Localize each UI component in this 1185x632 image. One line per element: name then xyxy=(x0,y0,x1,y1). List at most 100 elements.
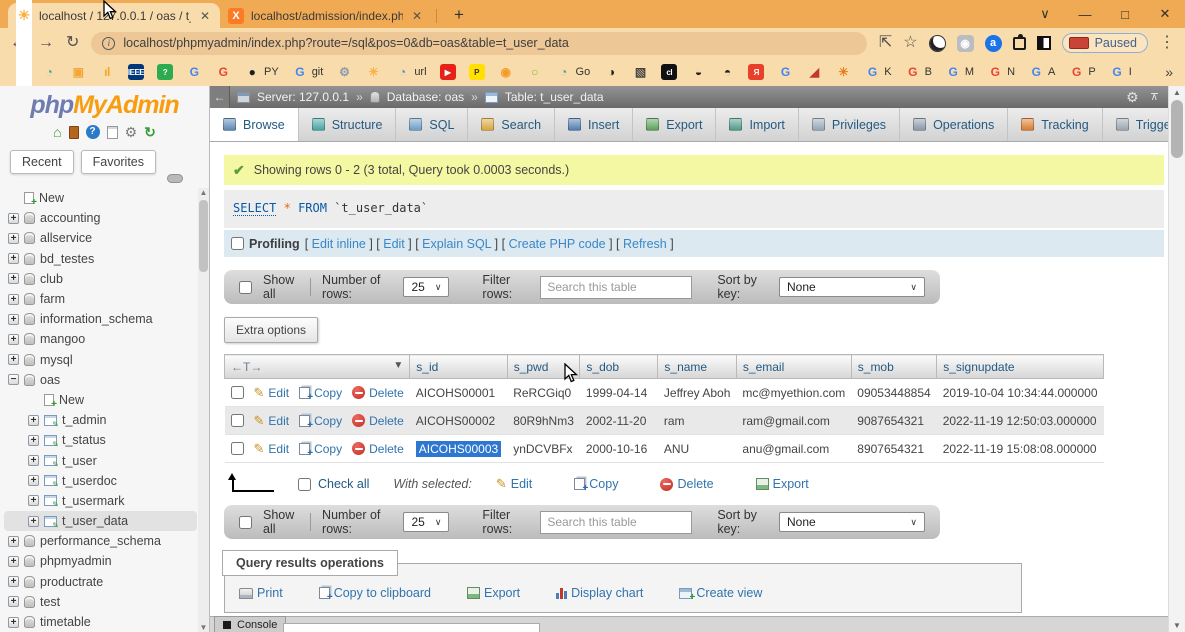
table-search-input[interactable] xyxy=(540,276,692,299)
tab-import[interactable]: Import xyxy=(716,108,798,141)
profiling-checkbox[interactable] xyxy=(231,237,244,250)
forward-icon[interactable]: → xyxy=(38,35,54,51)
show-all-label[interactable]: Show all xyxy=(263,273,299,301)
tree-item-performance_schema[interactable]: +performance_schema xyxy=(4,531,197,551)
breadcrumb-back-icon[interactable]: ← xyxy=(210,86,230,108)
tree-item-productrate[interactable]: +productrate xyxy=(4,572,197,592)
settings-icon[interactable]: ⚙ xyxy=(125,125,138,139)
tree-expander-icon[interactable]: + xyxy=(28,415,39,426)
sidebar-scrollbar[interactable]: ▲ ▼ xyxy=(198,188,209,632)
tree-item-test[interactable]: +test xyxy=(4,592,197,612)
tree-item-club[interactable]: +club xyxy=(4,269,197,289)
tree-item-t_userdoc[interactable]: +t_userdoc xyxy=(4,471,197,491)
tree-item-t_status[interactable]: +t_status xyxy=(4,430,197,450)
scrollbar-thumb[interactable] xyxy=(199,200,208,272)
tree-expander-icon[interactable]: + xyxy=(8,273,19,284)
bookmark-item[interactable]: ıl xyxy=(99,64,115,80)
close-icon[interactable]: ✕ xyxy=(1145,6,1185,22)
help-icon[interactable]: ? xyxy=(86,125,100,139)
tab-group-icon[interactable] xyxy=(1037,36,1051,50)
row-edit-link[interactable]: ✎Edit xyxy=(254,441,290,457)
bookmark-item[interactable]: ◢ xyxy=(806,64,822,80)
reload-icon[interactable]: ↻ xyxy=(66,35,79,51)
tree-item-mangoo[interactable]: +mangoo xyxy=(4,329,197,349)
minimize-icon[interactable]: — xyxy=(1065,7,1105,22)
bookmark-item[interactable]: ◉ xyxy=(498,64,514,80)
table-search-input[interactable] xyxy=(540,511,692,534)
number-of-rows-select[interactable]: 25∨ xyxy=(403,512,449,532)
print-button[interactable]: Print xyxy=(239,586,283,600)
tree-expander-icon[interactable]: + xyxy=(8,294,19,305)
page-settings-icon[interactable]: ⚙ xyxy=(1126,89,1139,106)
extensions-puzzle-icon[interactable] xyxy=(1013,37,1026,50)
sort-options-icon[interactable]: ▼ xyxy=(393,360,403,371)
column-header-s_name[interactable]: s_name xyxy=(658,355,737,379)
profiling-link-create-php-code[interactable]: Create PHP code xyxy=(509,237,606,251)
breadcrumb-database[interactable]: Database: oas xyxy=(387,90,464,104)
bookmark-item[interactable]: ◔url xyxy=(394,64,426,80)
column-header-s_mob[interactable]: s_mob xyxy=(851,355,936,379)
sort-by-key-select[interactable]: None∨ xyxy=(779,512,925,532)
with-selected-edit-button[interactable]: ✎Edit xyxy=(496,476,532,492)
column-header-s_dob[interactable]: s_dob xyxy=(580,355,658,379)
share-icon[interactable]: ⇱ xyxy=(879,35,892,51)
show-all-label[interactable]: Show all xyxy=(263,508,299,536)
new-tab-button[interactable]: + xyxy=(447,3,471,27)
bookmark-item[interactable]: Ggit xyxy=(292,64,324,80)
scrollbar-thumb[interactable] xyxy=(1171,100,1183,158)
favorites-button[interactable]: Favorites xyxy=(81,150,156,174)
console-toggle[interactable]: Console xyxy=(214,616,286,632)
site-info-icon[interactable]: i xyxy=(102,37,115,50)
tree-expander-icon[interactable]: + xyxy=(28,516,39,527)
tree-item-t_usermark[interactable]: +t_usermark xyxy=(4,491,197,511)
page-scrollbar[interactable]: ▲ ▼ xyxy=(1168,86,1185,632)
column-header-s_email[interactable]: s_email xyxy=(736,355,851,379)
row-copy-link[interactable]: Copy xyxy=(299,386,342,400)
bookmark-item[interactable]: ◒ xyxy=(690,64,706,80)
bookmark-star-icon[interactable]: ☆ xyxy=(903,35,917,51)
tab-close-icon[interactable]: ✕ xyxy=(198,9,212,23)
tree-expander-icon[interactable]: + xyxy=(8,354,19,365)
export-button[interactable]: Export xyxy=(467,586,520,600)
with-selected-delete-button[interactable]: Delete xyxy=(660,476,713,492)
tree-expander-icon[interactable]: + xyxy=(28,455,39,466)
refresh-icon[interactable]: ↻ xyxy=(144,125,156,139)
browser-tab-admission[interactable]: X localhost/admission/index.php ✕ xyxy=(220,3,432,28)
row-copy-link[interactable]: Copy xyxy=(299,414,342,428)
row-delete-link[interactable]: Delete xyxy=(352,442,404,456)
sort-by-key-select[interactable]: None∨ xyxy=(779,277,925,297)
row-checkbox[interactable] xyxy=(231,414,244,427)
tree-expander-icon[interactable]: + xyxy=(8,596,19,607)
tree-item-phpmyadmin[interactable]: +phpmyadmin xyxy=(4,551,197,571)
show-all-checkbox[interactable] xyxy=(239,281,252,294)
copy-to-clipboard-button[interactable]: Copy to clipboard xyxy=(319,586,431,600)
row-copy-link[interactable]: Copy xyxy=(299,442,342,456)
row-edit-link[interactable]: ✎Edit xyxy=(254,413,290,429)
tree-item-t_user[interactable]: +t_user xyxy=(4,450,197,470)
tab-search[interactable]: Search xyxy=(468,108,555,141)
bookmark-item[interactable]: cl xyxy=(661,64,677,80)
maximize-icon[interactable]: □ xyxy=(1105,7,1145,22)
exit-icon[interactable] xyxy=(69,126,79,139)
address-bar[interactable]: i localhost/phpmyadmin/index.php?route=/… xyxy=(91,32,866,55)
bookmark-item[interactable]: ○ xyxy=(527,64,543,80)
extra-options-toggle[interactable]: Extra options xyxy=(224,317,318,343)
tab-privileges[interactable]: Privileges xyxy=(799,108,900,141)
sql-keyword[interactable]: SELECT xyxy=(233,201,276,216)
scroll-down-icon[interactable]: ▼ xyxy=(198,623,209,632)
bookmark-item[interactable]: ☀ xyxy=(365,64,381,80)
check-all-checkbox[interactable] xyxy=(298,478,311,491)
tab-export[interactable]: Export xyxy=(633,108,716,141)
bookmark-item[interactable]: GB xyxy=(905,64,932,80)
create-view-button[interactable]: Create view xyxy=(679,586,762,600)
bookmark-item[interactable]: GK xyxy=(864,64,891,80)
number-of-rows-select[interactable]: 25∨ xyxy=(403,277,449,297)
tree-item-t_user_data[interactable]: +t_user_data xyxy=(4,511,197,531)
tree-expander-icon[interactable]: + xyxy=(8,314,19,325)
profiling-link-edit-inline[interactable]: Edit inline xyxy=(312,237,366,251)
tab-tracking[interactable]: Tracking xyxy=(1008,108,1102,141)
bookmark-item[interactable]: ●PY xyxy=(244,64,279,80)
scroll-up-icon[interactable]: ▲ xyxy=(1169,88,1185,97)
bookmark-item[interactable]: GA xyxy=(1028,64,1055,80)
bookmark-item[interactable]: ◔Go xyxy=(556,64,591,80)
